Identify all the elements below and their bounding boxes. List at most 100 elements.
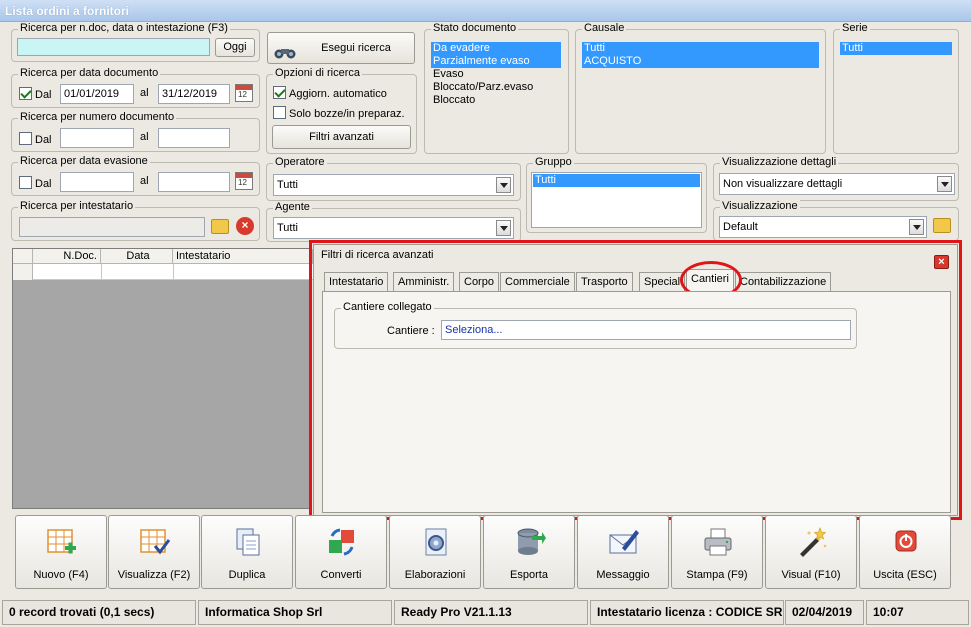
view-grid-icon bbox=[139, 526, 171, 558]
num-doc-dal-checkbox[interactable]: Dal bbox=[19, 132, 52, 146]
list-item[interactable]: Bloccato bbox=[431, 94, 561, 107]
advanced-filters-button[interactable]: Filtri avanzati bbox=[272, 125, 411, 149]
tab-trasporto[interactable]: Trasporto bbox=[576, 272, 633, 291]
agente-group: Agente Tutti bbox=[266, 201, 521, 242]
list-item[interactable]: Tutti bbox=[533, 174, 700, 187]
tab-amministr[interactable]: Amministr. bbox=[393, 272, 455, 291]
results-grid[interactable]: N.Doc. Data Intestatario bbox=[12, 248, 313, 509]
cantiere-select-field[interactable]: Seleziona... bbox=[441, 320, 851, 340]
list-item[interactable]: Tutti bbox=[840, 42, 952, 55]
export-button[interactable]: Esporta bbox=[483, 515, 575, 589]
auto-update-checkbox[interactable]: Aggiorn. automatico bbox=[273, 86, 387, 100]
print-button[interactable]: Stampa (F9) bbox=[671, 515, 763, 589]
tab-intestatario[interactable]: Intestatario bbox=[324, 272, 389, 291]
intestatario-label: Ricerca per intestatario bbox=[18, 200, 136, 212]
processing-gear-icon bbox=[420, 526, 452, 558]
magic-wand-icon bbox=[796, 526, 828, 558]
tab-commerciale[interactable]: Commerciale bbox=[500, 272, 575, 291]
chevron-down-icon[interactable] bbox=[937, 176, 952, 192]
drafts-checkbox[interactable]: Solo bozze/in preparaz. bbox=[273, 106, 405, 120]
new-button[interactable]: Nuovo (F4) bbox=[15, 515, 107, 589]
search-ndoc-label: Ricerca per n.doc, data o intestazione (… bbox=[18, 22, 230, 34]
duplicate-button[interactable]: Duplica bbox=[201, 515, 293, 589]
list-item[interactable]: ACQUISTO bbox=[582, 55, 819, 68]
window-title-bar: Lista ordini a fornitori bbox=[0, 0, 971, 22]
tab-special[interactable]: Special bbox=[639, 272, 686, 291]
status-license: Intestatario licenza : CODICE SRL bbox=[590, 600, 784, 625]
advanced-filters-panel: Filtri di ricerca avanzati × Intestatari… bbox=[313, 244, 958, 516]
date-doc-label: Ricerca per data documento bbox=[18, 67, 161, 79]
gruppo-label: Gruppo bbox=[533, 156, 574, 168]
chevron-down-icon[interactable] bbox=[909, 219, 924, 235]
database-export-icon bbox=[514, 526, 546, 558]
calendar-icon[interactable] bbox=[235, 84, 253, 102]
column-header[interactable]: N.Doc. bbox=[33, 249, 101, 264]
folder-icon[interactable] bbox=[211, 219, 229, 234]
clear-icon[interactable]: × bbox=[236, 217, 254, 235]
date-ev-from-input[interactable] bbox=[60, 172, 134, 192]
agente-select[interactable]: Tutti bbox=[273, 217, 514, 239]
duplicate-button-label: Duplica bbox=[228, 569, 266, 581]
view-button-label: Visualizza (F2) bbox=[117, 569, 191, 581]
convert-button[interactable]: Converti bbox=[295, 515, 387, 589]
date-ev-al-label: al bbox=[140, 175, 149, 187]
num-doc-from-input[interactable] bbox=[60, 128, 134, 148]
folder-icon[interactable] bbox=[933, 218, 951, 233]
list-item[interactable]: Tutti bbox=[582, 42, 819, 55]
processing-button[interactable]: Elaborazioni bbox=[389, 515, 481, 589]
stato-listbox[interactable]: Da evadere Parzialmente evaso Evaso Bloc… bbox=[430, 41, 562, 113]
date-doc-al-label: al bbox=[140, 87, 149, 99]
date-ev-to-input[interactable] bbox=[158, 172, 230, 192]
advanced-filters-title: Filtri di ricerca avanzati bbox=[321, 249, 434, 261]
vis-dettagli-select[interactable]: Non visualizzare dettagli bbox=[719, 173, 955, 195]
visual-button[interactable]: Visual (F10) bbox=[765, 515, 857, 589]
convert-icon bbox=[326, 526, 358, 558]
column-header[interactable]: Intestatario bbox=[173, 249, 313, 264]
status-company: Informatica Shop Srl bbox=[198, 600, 392, 625]
calendar-icon[interactable] bbox=[235, 172, 253, 190]
list-item[interactable]: Da evadere bbox=[431, 42, 561, 55]
serie-listbox[interactable]: Tutti bbox=[839, 41, 953, 149]
message-button[interactable]: Messaggio bbox=[577, 515, 669, 589]
run-search-button[interactable]: Esegui ricerca bbox=[267, 32, 415, 64]
list-item[interactable]: Evaso bbox=[431, 68, 561, 81]
convert-button-label: Converti bbox=[320, 569, 362, 581]
num-doc-to-input[interactable] bbox=[158, 128, 230, 148]
search-ndoc-input[interactable] bbox=[17, 38, 210, 56]
date-doc-dal-checkbox[interactable]: Dal bbox=[19, 87, 52, 101]
vis-dettagli-group: Visualizzazione dettagli Non visualizzar… bbox=[713, 156, 959, 201]
num-doc-dal-label: Dal bbox=[35, 134, 52, 146]
intestatario-input[interactable] bbox=[19, 217, 205, 237]
options-group: Opzioni di ricerca Aggiorn. automatico S… bbox=[266, 67, 417, 154]
num-doc-al-label: al bbox=[140, 131, 149, 143]
duplicate-icon bbox=[232, 526, 264, 558]
today-button[interactable]: Oggi bbox=[215, 38, 255, 57]
operatore-select[interactable]: Tutti bbox=[273, 174, 514, 196]
date-doc-dal-label: Dal bbox=[35, 89, 52, 101]
chevron-down-icon[interactable] bbox=[496, 220, 511, 236]
new-grid-icon bbox=[46, 526, 78, 558]
date-ev-dal-checkbox[interactable]: Dal bbox=[19, 176, 52, 190]
cantiere-label: Cantiere : bbox=[387, 325, 435, 337]
causale-listbox[interactable]: Tutti ACQUISTO bbox=[581, 41, 820, 149]
gruppo-listbox[interactable]: Tutti bbox=[531, 172, 702, 228]
list-item[interactable]: Parzialmente evaso bbox=[431, 55, 561, 68]
chevron-down-icon[interactable] bbox=[496, 177, 511, 193]
column-header[interactable]: Data bbox=[101, 249, 173, 264]
table-row[interactable] bbox=[33, 264, 313, 280]
auto-update-label: Aggiorn. automatico bbox=[289, 88, 387, 100]
visualizzazione-select[interactable]: Default bbox=[719, 216, 927, 238]
stato-group: Stato documento Da evadere Parzialmente … bbox=[424, 22, 569, 154]
view-button[interactable]: Visualizza (F2) bbox=[108, 515, 200, 589]
envelope-pen-icon bbox=[608, 526, 640, 558]
tab-corpo[interactable]: Corpo bbox=[459, 272, 499, 291]
num-doc-label: Ricerca per numero documento bbox=[18, 111, 177, 123]
list-item[interactable]: Bloccato/Parz.evaso bbox=[431, 81, 561, 94]
exit-button[interactable]: Uscita (ESC) bbox=[859, 515, 951, 589]
power-icon bbox=[890, 526, 922, 558]
date-doc-to-input[interactable]: 31/12/2019 bbox=[158, 84, 230, 104]
tab-contabilizzazione[interactable]: Contabilizzazione bbox=[735, 272, 832, 291]
close-icon[interactable]: × bbox=[934, 255, 949, 269]
num-doc-group: Ricerca per numero documento Dal al bbox=[11, 111, 260, 152]
date-doc-from-input[interactable]: 01/01/2019 bbox=[60, 84, 134, 104]
